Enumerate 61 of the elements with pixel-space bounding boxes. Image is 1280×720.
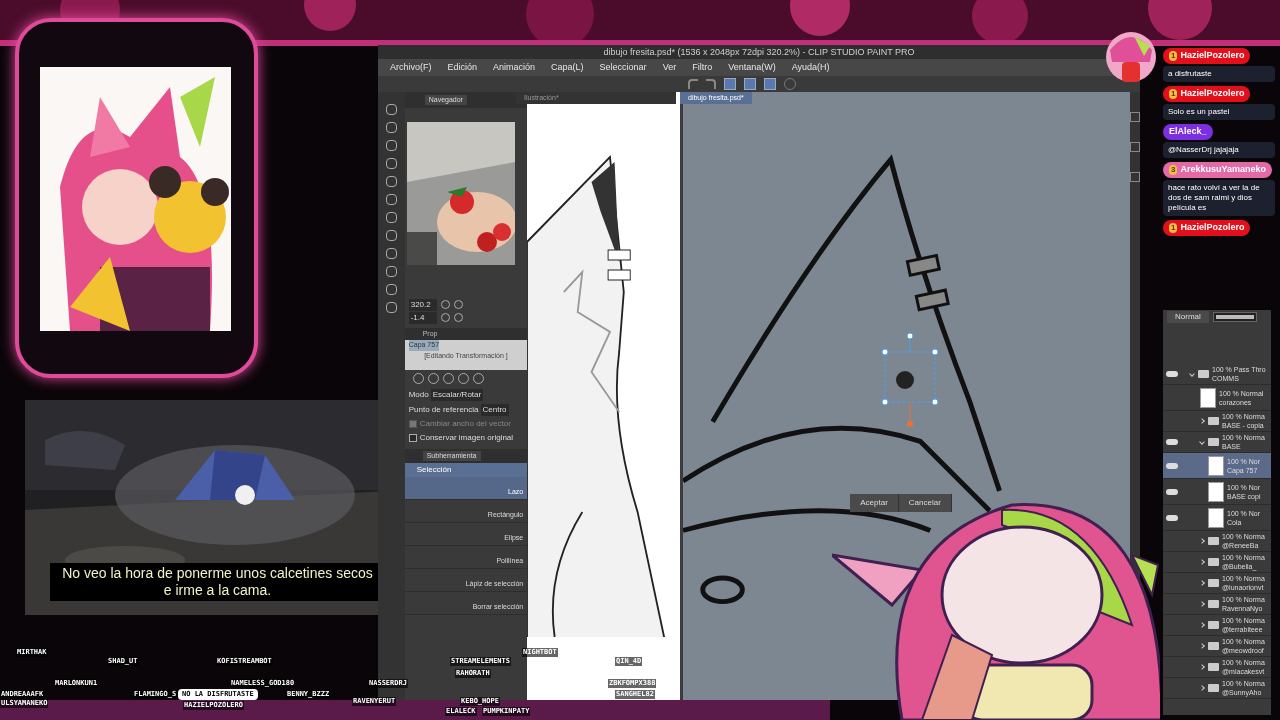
checkbox-label: Conservar imagen original xyxy=(419,432,514,444)
field-label: Modo xyxy=(408,388,429,401)
chat-message: Solo es un pastel xyxy=(1163,104,1275,120)
layer-thumbnail xyxy=(1208,507,1224,528)
menu-item[interactable]: Filtro xyxy=(692,60,713,75)
menu-item[interactable]: Capa(L) xyxy=(551,60,584,75)
gift-count: 3 xyxy=(1169,165,1178,175)
folder-icon xyxy=(1208,579,1219,587)
layer-thumbnail xyxy=(1208,455,1224,476)
tool-group[interactable]: Selección xyxy=(404,463,528,477)
chat-message: a disfrutaste xyxy=(1163,66,1275,82)
eye-icon[interactable] xyxy=(1166,462,1178,469)
chat-message: hace rato volví a ver la de dos de sam raimi y dios película es xyxy=(1163,180,1275,216)
avatar-drawing xyxy=(1104,30,1158,84)
folder-icon xyxy=(1208,600,1219,608)
gift-count: 1 xyxy=(1169,51,1178,61)
panel-icon[interactable] xyxy=(1130,142,1140,152)
folder-icon xyxy=(1208,417,1219,425)
folder-icon xyxy=(1208,621,1219,629)
gift-count: 1 xyxy=(1169,223,1178,233)
eye-icon[interactable] xyxy=(1166,439,1178,445)
menu-item[interactable]: Archivo(F) xyxy=(390,60,432,75)
username: HazielPozolero xyxy=(1180,87,1245,101)
menu-item[interactable]: Ayuda(H) xyxy=(791,60,830,75)
confirm-button[interactable]: Aceptar xyxy=(850,494,899,512)
field-label: Punto de referencia xyxy=(408,403,479,416)
angle-value[interactable]: -1.4 xyxy=(408,311,437,324)
menu-item[interactable]: Animación xyxy=(493,60,536,75)
folder-icon xyxy=(1208,663,1219,671)
menu-item[interactable]: Ventana(W) xyxy=(728,60,776,75)
checkbox[interactable] xyxy=(408,434,417,442)
cancel-button[interactable]: Cancelar xyxy=(898,494,952,512)
panel-icon[interactable] xyxy=(1130,112,1140,122)
dropdown[interactable]: Escalar/Rotar xyxy=(430,388,484,401)
folder-icon xyxy=(1198,370,1209,378)
dropdown[interactable]: Centro xyxy=(480,403,509,416)
username: HazielPozolero xyxy=(1180,221,1245,235)
checkbox-label: Cambiar ancho del vector xyxy=(419,418,511,430)
redo-icon[interactable] xyxy=(706,79,716,89)
eye-icon[interactable] xyxy=(1166,514,1178,521)
folder-icon xyxy=(1208,558,1219,566)
menu-item[interactable]: Ver xyxy=(662,60,677,75)
username: ArekkusuYamaneko xyxy=(1180,163,1266,177)
username: HazielPozolero xyxy=(1180,49,1245,63)
layer-thumbnail xyxy=(1200,387,1216,408)
layer-thumbnail xyxy=(1208,481,1224,502)
folder-icon xyxy=(1208,537,1219,545)
folder-icon xyxy=(1208,684,1219,692)
menu-item[interactable]: Edición xyxy=(447,60,478,75)
gift-count: 1 xyxy=(1169,89,1178,99)
zoom-value[interactable]: 320.2 xyxy=(408,298,437,311)
folder-icon xyxy=(1208,642,1219,650)
eye-icon[interactable] xyxy=(1166,488,1178,495)
undo-icon[interactable] xyxy=(688,79,698,89)
menu-item[interactable]: Seleccionar xyxy=(599,60,647,75)
username: ElAleck_ xyxy=(1169,125,1207,139)
blend-mode-dropdown[interactable]: Normal xyxy=(1167,311,1209,323)
chat-message: @NasserDrj jajajaja xyxy=(1163,142,1275,158)
eye-icon[interactable] xyxy=(1166,371,1178,377)
panel-icon[interactable] xyxy=(1130,172,1140,182)
folder-icon xyxy=(1208,438,1219,446)
